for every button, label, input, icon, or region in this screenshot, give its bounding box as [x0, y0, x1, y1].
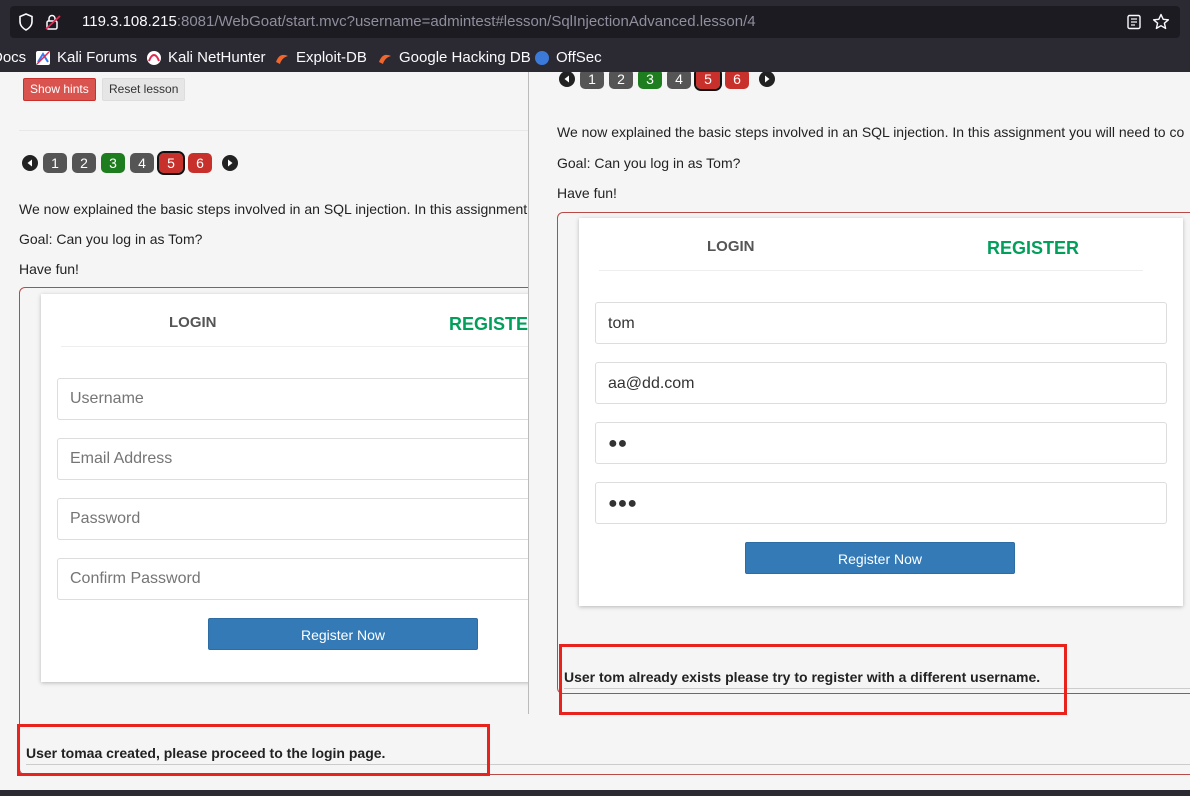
page-2-button[interactable]: 2: [609, 72, 633, 89]
tab-divider: [61, 346, 541, 347]
reset-lesson-button[interactable]: Reset lesson: [102, 78, 186, 101]
window-bottom-edge: [0, 790, 1190, 796]
show-hints-button[interactable]: Show hints: [23, 78, 96, 101]
reader-view-icon[interactable]: [1126, 14, 1142, 30]
offsec-icon: [535, 50, 549, 65]
address-bar[interactable]: 119.3.108.215:8081/WebGoat/start.mvc?use…: [10, 6, 1180, 38]
lesson-intro: We now explained the basic steps involve…: [557, 124, 1185, 140]
previous-page-icon[interactable]: [559, 72, 575, 87]
confirm-password-input[interactable]: [57, 558, 557, 600]
tab-login[interactable]: LOGIN: [707, 238, 755, 255]
username-input[interactable]: [57, 378, 557, 420]
bookmark-google-hacking-db[interactable]: Google Hacking DB: [377, 49, 531, 66]
password-input[interactable]: [57, 498, 557, 540]
page-6-button[interactable]: 6: [188, 153, 212, 173]
email-input[interactable]: [57, 438, 557, 480]
tab-register[interactable]: REGISTER: [987, 238, 1079, 259]
bookmark-label: Google Hacking DB: [399, 49, 531, 66]
shield-icon[interactable]: [18, 13, 34, 31]
page-6-button[interactable]: 6: [725, 72, 749, 89]
lesson-pager: 1 2 3 4 5 6: [559, 72, 775, 91]
register-panel: LOGIN REGISTER Register Now: [41, 294, 561, 682]
bookmark-label: Docs: [0, 49, 27, 66]
url-host: 119.3.108.215: [82, 13, 177, 30]
email-input[interactable]: aa@dd.com: [595, 362, 1167, 404]
tab-divider: [599, 270, 1143, 271]
page-5-button[interactable]: 5: [694, 72, 722, 91]
register-now-button[interactable]: Register Now: [208, 618, 478, 650]
page-1-button[interactable]: 1: [43, 153, 67, 173]
password-input[interactable]: ●●: [595, 422, 1167, 464]
username-input[interactable]: tom: [595, 302, 1167, 344]
lesson-goal: Goal: Can you log in as Tom?: [19, 231, 203, 247]
next-page-icon[interactable]: [759, 72, 775, 87]
confirm-password-input[interactable]: ●●●: [595, 482, 1167, 524]
tab-login[interactable]: LOGIN: [169, 314, 217, 331]
highlight-box: [17, 724, 490, 776]
previous-page-icon[interactable]: [22, 155, 38, 171]
register-now-button[interactable]: Register Now: [745, 542, 1015, 574]
bookmark-label: Kali NetHunter: [168, 49, 266, 66]
kali-nethunter-icon: [147, 50, 161, 65]
bookmark-label: Exploit-DB: [296, 49, 367, 66]
exploit-db-icon: [276, 54, 288, 64]
bookmark-star-icon[interactable]: [1152, 13, 1170, 31]
kali-forums-icon: [36, 50, 50, 65]
browser-toolbar: 119.3.108.215:8081/WebGoat/start.mvc?use…: [0, 0, 1190, 44]
page-3-button[interactable]: 3: [101, 153, 125, 173]
page-4-button[interactable]: 4: [667, 72, 691, 89]
bookmarks-toolbar: Docs Kali Forums Kali NetHunter Exploit-…: [0, 44, 1190, 72]
page-4-button[interactable]: 4: [130, 153, 154, 173]
bookmark-kali-nethunter[interactable]: Kali NetHunter: [146, 49, 266, 66]
webgoat-page: Show hints Reset lesson 1 2 3 4 5 6 We n…: [0, 72, 1190, 790]
bookmark-label: Kali Forums: [57, 49, 138, 66]
register-panel: LOGIN REGISTER tom aa@dd.com ●● ●●● Regi…: [579, 218, 1183, 606]
insecure-lock-icon[interactable]: [44, 13, 62, 31]
url-text[interactable]: 119.3.108.215:8081/WebGoat/start.mvc?use…: [82, 13, 756, 30]
page-1-button[interactable]: 1: [580, 72, 604, 89]
page-3-button[interactable]: 3: [638, 72, 662, 89]
page-2-button[interactable]: 2: [72, 153, 96, 173]
lesson-goal: Goal: Can you log in as Tom?: [557, 155, 741, 171]
bookmark-label: OffSec: [556, 49, 602, 66]
bookmark-docs[interactable]: Docs: [0, 49, 26, 66]
bookmark-exploit-db[interactable]: Exploit-DB: [274, 49, 367, 66]
bookmark-kali-forums[interactable]: Kali Forums: [35, 49, 137, 66]
bookmark-offsec[interactable]: OffSec: [534, 49, 602, 66]
lesson-fun: Have fun!: [19, 261, 79, 277]
overlay-window: 1 2 3 4 5 6 We now explained the basic s…: [528, 72, 1190, 714]
ghdb-icon: [379, 54, 391, 64]
lesson-fun: Have fun!: [557, 185, 617, 201]
next-page-icon[interactable]: [222, 155, 238, 171]
url-path: :8081/WebGoat/start.mvc?username=adminte…: [176, 13, 756, 30]
highlight-box: [559, 644, 1067, 715]
page-5-button[interactable]: 5: [157, 151, 185, 175]
lesson-pager: 1 2 3 4 5 6: [22, 151, 238, 175]
divider: [19, 130, 539, 131]
